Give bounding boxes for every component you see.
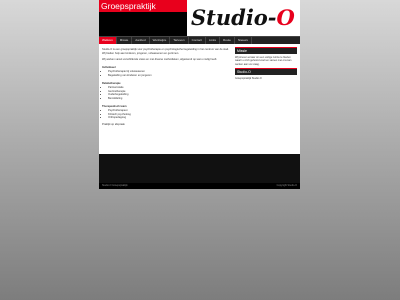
nav-item-contact[interactable]: Contact	[189, 37, 206, 44]
nav-item-werkwijze[interactable]: Werkwijze	[150, 37, 171, 44]
section-list: Partnerrelatie Gezinstherapie Ouderbegel…	[102, 86, 229, 100]
panel-text-studio: Groepspraktijk Studio-O	[235, 77, 262, 81]
sidebar: Missie Wij streven ernaar om een veilige…	[232, 44, 300, 154]
footer-right: Copyright Studio-O	[276, 184, 297, 187]
intro-text: Studio-O is een groepspraktijk voor psyc…	[102, 48, 229, 55]
logo[interactable]: Studio-O	[187, 0, 300, 36]
section-title: Therapeutisch team	[102, 104, 127, 108]
nav-item-welkom[interactable]: Welkom	[99, 37, 117, 44]
list-item: Bemiddeling	[108, 97, 229, 101]
panel-title-studio: Studio-O	[235, 68, 297, 76]
panel-text-missie: Wij streven ernaar om een veilige ruimte…	[235, 56, 292, 66]
logo-main: Studio-	[191, 5, 277, 30]
footer-band	[99, 154, 300, 183]
nav-item-tarieven[interactable]: Tarieven	[170, 37, 189, 44]
nav-item-aanbod[interactable]: Aanbod	[132, 37, 150, 44]
closing-text: Praktijk op afspraak	[102, 122, 125, 126]
main-content: Studio-O is een groepspraktijk voor psyc…	[99, 44, 232, 154]
list-item: Begeleiding van kinderen en jongeren	[108, 74, 229, 78]
content-area: Studio-O is een groepspraktijk voor psyc…	[99, 44, 300, 154]
main-nav: Welkom Missie Aanbod Werkwijze Tarieven …	[99, 36, 300, 44]
nav-item-nieuws[interactable]: Nieuws	[235, 37, 252, 44]
section-title: Relatietherapie	[102, 81, 121, 85]
page-wrapper: Groepspraktijk Studio-O Welkom Missie Aa…	[99, 0, 300, 189]
footer: Studio-O Groepspraktijk Copyright Studio…	[99, 183, 300, 189]
list-item: Orthopedagoog	[108, 116, 229, 120]
footer-left: Studio-O Groepspraktijk	[102, 184, 128, 187]
section-list: Psychotherapie bij volwassenen Begeleidi…	[102, 70, 229, 77]
section-list: Psychotherapeut Klinisch psycholoog Orth…	[102, 109, 229, 120]
section-title: Individueel	[102, 65, 116, 69]
logo-accent: O	[276, 5, 295, 30]
nav-item-missie[interactable]: Missie	[117, 37, 133, 44]
nav-item-links[interactable]: Links	[206, 37, 220, 44]
panel-title-missie: Missie	[235, 47, 297, 54]
brand-title: Groepspraktijk	[99, 0, 190, 12]
header: Groepspraktijk Studio-O	[99, 0, 300, 36]
nav-item-route[interactable]: Route	[220, 37, 235, 44]
intro-text-2: Wij werken vanuit verschillende visies e…	[102, 58, 218, 62]
